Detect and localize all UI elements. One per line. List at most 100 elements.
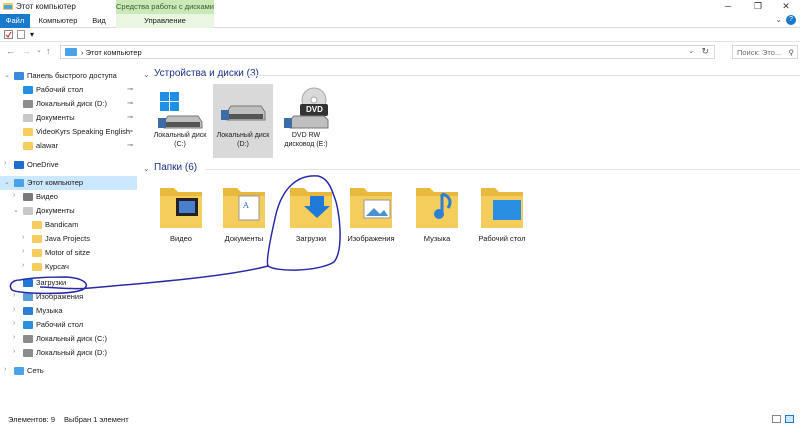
sidebar-item[interactable]: Документы ⊸ <box>0 111 137 125</box>
sidebar-item-label: OneDrive <box>27 160 59 169</box>
sidebar-item[interactable]: › Изображения <box>0 290 137 304</box>
tab-computer[interactable]: Компьютер <box>34 14 82 28</box>
sidebar-item[interactable]: › Рабочий стол <box>0 318 137 332</box>
drive-e[interactable]: DVD DVD RW дисковод (E:) <box>276 84 336 158</box>
folders-group-header[interactable]: ⌄ Папки (6) <box>140 162 800 176</box>
sidebar-item[interactable]: Рабочий стол ⊸ <box>0 83 137 97</box>
sidebar-item[interactable]: Локальный диск (D:) ⊸ <box>0 97 137 111</box>
sidebar-item[interactable]: › Загрузки <box>0 276 137 290</box>
sidebar-item-label: Документы <box>36 113 75 122</box>
sidebar-item-label: Локальный диск (D:) <box>36 99 107 108</box>
search-input[interactable]: Поиск: Это... ⚲ <box>732 45 798 59</box>
refresh-icon[interactable]: ↻ <box>701 46 709 57</box>
folder-tile[interactable]: Музыка <box>406 182 468 256</box>
sidebar-item[interactable]: alawar ⊸ <box>0 139 137 153</box>
pin-icon[interactable]: ⊸ <box>127 113 133 121</box>
group-divider <box>206 169 800 170</box>
recent-locations-button[interactable]: ⌄ <box>36 46 42 54</box>
expand-arrow-icon[interactable]: › <box>22 234 24 241</box>
breadcrumb-separator: › <box>81 48 84 57</box>
sidebar-item[interactable]: ⌄ Этот компьютер <box>0 176 137 190</box>
expand-arrow-icon[interactable]: ⌄ <box>4 178 10 186</box>
new-folder-icon[interactable] <box>17 30 25 39</box>
sidebar-item[interactable]: › Локальный диск (D:) <box>0 346 137 360</box>
ribbon-tabs: Файл Компьютер Вид Управление ⌄ ? <box>0 14 800 28</box>
sidebar-item[interactable]: › Видео <box>0 190 137 204</box>
sidebar-item[interactable]: › Java Projects <box>0 232 137 246</box>
sidebar-item-label: Motor of sitze <box>45 248 91 257</box>
breadcrumb[interactable]: › Этот компьютер <box>81 48 142 57</box>
drive-d[interactable]: Локальный диск (D:) <box>213 84 273 158</box>
sidebar-item[interactable]: › Motor of sitze <box>0 246 137 260</box>
sidebar-item[interactable]: › Музыка <box>0 304 137 318</box>
tab-file[interactable]: Файл <box>0 14 30 28</box>
address-bar[interactable]: › Этот компьютер ⌄ ↻ <box>60 45 715 59</box>
desktop-icon <box>23 321 33 329</box>
folder-window-icon <box>3 3 13 10</box>
expand-arrow-icon[interactable]: › <box>22 262 24 269</box>
downloads-folder-icon <box>290 188 332 228</box>
maximize-button[interactable]: ❐ <box>744 0 772 14</box>
breadcrumb-item[interactable]: Этот компьютер <box>86 48 142 57</box>
drive-e-letter: дисковод (E:) <box>284 140 328 148</box>
expand-arrow-icon[interactable]: › <box>13 320 15 327</box>
expand-arrow-icon[interactable]: › <box>13 306 15 313</box>
sidebar-item[interactable]: › Сеть <box>0 364 137 378</box>
collapse-group-icon[interactable]: ⌄ <box>143 164 150 173</box>
expand-arrow-icon[interactable]: ⌄ <box>13 206 19 214</box>
expand-arrow-icon[interactable]: › <box>22 248 24 255</box>
address-dropdown-icon[interactable]: ⌄ <box>688 47 694 55</box>
drive-c[interactable]: Локальный диск (C:) <box>150 84 210 158</box>
navigation-pane: ⌄ Панель быстрого доступа Рабочий стол ⊸ Лок… <box>0 64 137 409</box>
folder-tile[interactable]: Видео <box>150 182 212 256</box>
properties-icon[interactable] <box>4 30 13 39</box>
close-button[interactable]: ✕ <box>772 0 800 14</box>
sidebar-item[interactable]: ⌄ Документы <box>0 204 137 218</box>
back-button[interactable]: ← <box>6 46 15 56</box>
expand-arrow-icon[interactable]: › <box>13 348 15 355</box>
pin-icon[interactable]: ⊸ <box>127 127 133 135</box>
expand-arrow-icon[interactable]: › <box>4 366 6 373</box>
expand-arrow-icon[interactable]: › <box>4 160 6 167</box>
folder-tile[interactable]: Рабочий стол <box>471 182 533 256</box>
details-view-button[interactable] <box>772 415 781 423</box>
sidebar-item[interactable]: VideoKyrs Speaking English ⊸ <box>0 125 137 139</box>
folder-tile[interactable]: A Документы <box>213 182 275 256</box>
drive-icon <box>23 349 33 357</box>
tab-view[interactable]: Вид <box>86 14 112 28</box>
folder-label: Видео <box>170 234 192 243</box>
sidebar-item[interactable]: ⌄ Панель быстрого доступа <box>0 69 137 83</box>
pin-icon[interactable]: ⊸ <box>127 141 133 149</box>
help-icon[interactable]: ? <box>786 15 796 25</box>
sidebar-item[interactable]: › OneDrive <box>0 158 137 172</box>
expand-arrow-icon[interactable]: ⌄ <box>4 71 10 79</box>
folder-icon <box>32 263 42 271</box>
minimize-button[interactable]: ─ <box>714 0 742 14</box>
sidebar-item[interactable]: › Курсач <box>0 260 137 274</box>
expand-arrow-icon[interactable]: › <box>13 292 15 299</box>
pictures-folder-icon <box>350 188 392 228</box>
collapse-group-icon[interactable]: ⌄ <box>143 70 150 79</box>
desktop-icon <box>23 86 33 94</box>
collapse-ribbon-icon[interactable]: ⌄ <box>775 15 782 24</box>
expand-arrow-icon[interactable]: › <box>13 192 15 199</box>
forward-button[interactable]: → <box>22 46 31 56</box>
folder-tile[interactable]: Изображения <box>340 182 402 256</box>
up-button[interactable]: ↑ <box>46 46 51 56</box>
large-icons-view-button[interactable] <box>785 415 794 423</box>
folder-tile[interactable]: Загрузки <box>280 182 342 256</box>
sidebar-item[interactable]: Bandicam <box>0 218 137 232</box>
sidebar-item[interactable]: › Локальный диск (C:) <box>0 332 137 346</box>
pin-icon[interactable]: ⊸ <box>127 85 133 93</box>
drive-c-label: Локальный диск (C:) <box>150 132 210 149</box>
pin-icon[interactable]: ⊸ <box>127 99 133 107</box>
sidebar-item-label: Локальный диск (D:) <box>36 348 107 357</box>
search-icon: ⚲ <box>788 48 795 57</box>
tab-manage[interactable]: Управление <box>116 14 214 28</box>
window-title: Этот компьютер <box>16 2 76 11</box>
expand-arrow-icon[interactable]: › <box>13 334 15 341</box>
pictures-icon <box>23 293 33 301</box>
devices-group-header[interactable]: ⌄ Устройства и диски (3) <box>140 68 800 82</box>
expand-arrow-icon[interactable]: › <box>13 278 15 285</box>
qat-dropdown-icon[interactable]: ▾ <box>30 30 34 39</box>
